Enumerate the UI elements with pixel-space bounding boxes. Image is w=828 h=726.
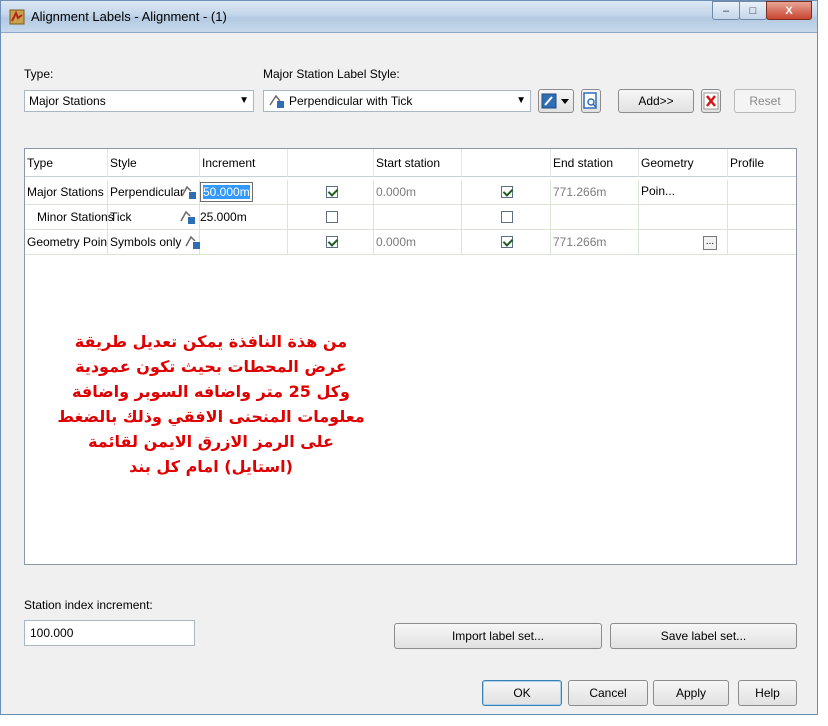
ellipsis-button[interactable]: ... (703, 235, 717, 250)
checkbox[interactable] (325, 235, 338, 248)
type-dropdown-value: Major Stations (29, 94, 106, 108)
end-station-checkbox[interactable] (462, 205, 551, 230)
arabic-annotation: من هذة النافذة يمكن تعديل طريقة عرض المح… (41, 329, 381, 479)
row-profile (728, 180, 798, 205)
header-start-station[interactable]: Start station (374, 149, 462, 177)
header-profile[interactable]: Profile (728, 149, 798, 177)
row-start-station: 0.000m (374, 180, 462, 205)
header-end-check[interactable] (462, 149, 551, 177)
row-end-station: 771.266m (551, 230, 639, 255)
table-row[interactable]: Geometry Points Symbols only 0.000m 771.… (25, 230, 796, 255)
chevron-down-icon: ▼ (239, 95, 249, 106)
start-station-checkbox[interactable] (288, 180, 374, 205)
help-button[interactable]: Help (738, 680, 797, 706)
chevron-down-icon: ▼ (516, 95, 526, 106)
label-style-dropdown[interactable]: Perpendicular with Tick ▼ (263, 90, 531, 112)
row-geometry (639, 180, 728, 205)
delete-button[interactable] (701, 89, 721, 113)
header-geometry-points[interactable]: Geometry Poin... (639, 149, 728, 198)
alignment-labels-dialog: Alignment Labels - Alignment - (1) – □ X… (0, 0, 818, 715)
minimize-button[interactable]: – (712, 1, 740, 20)
row-type: Geometry Points (25, 230, 108, 255)
row-style-text: Symbols only (110, 235, 182, 249)
checkbox[interactable] (325, 185, 338, 198)
station-index-label: Station index increment: (24, 598, 153, 612)
header-type[interactable]: Type (25, 149, 108, 177)
checkbox[interactable] (501, 235, 513, 248)
style-picker-icon[interactable] (185, 234, 201, 258)
row-start-station: 0.000m (374, 230, 462, 255)
row-type: Minor Stations (25, 205, 114, 230)
edit-style-button[interactable] (538, 89, 574, 113)
row-style-text: Tick (110, 210, 132, 224)
header-start-check[interactable] (288, 149, 374, 177)
row-style-text: Perpendicular (110, 185, 185, 199)
checkbox[interactable] (325, 210, 338, 223)
header-end-station[interactable]: End station (551, 149, 639, 177)
maximize-button[interactable]: □ (739, 1, 767, 20)
edit-style-icon (541, 93, 569, 109)
start-station-checkbox[interactable] (288, 230, 374, 255)
style-picker-icon[interactable] (181, 184, 197, 205)
header-style[interactable]: Style (108, 149, 200, 177)
end-station-checkbox[interactable] (462, 180, 551, 205)
station-index-input[interactable]: 100.000 (24, 620, 195, 646)
row-start-station (374, 205, 462, 230)
type-label: Type: (24, 67, 54, 81)
ok-button[interactable]: OK (482, 680, 562, 706)
row-increment[interactable]: 25.000m (180, 205, 288, 230)
import-label-set-button[interactable]: Import label set... (394, 623, 602, 649)
header-increment[interactable]: Increment (200, 149, 288, 177)
row-type: Major Stations (25, 180, 108, 205)
annotation-line: عرض المحطات بحيث تكون عمودية (75, 357, 347, 376)
window-title: Alignment Labels - Alignment - (1) (31, 9, 227, 24)
add-button[interactable]: Add>> (618, 89, 694, 113)
row-increment[interactable] (200, 230, 288, 255)
row-profile (728, 230, 798, 255)
style-icon (268, 93, 286, 109)
row-end-station: 771.266m (551, 180, 639, 205)
row-end-station (551, 205, 639, 230)
row-profile (728, 205, 798, 230)
cancel-button[interactable]: Cancel (568, 680, 648, 706)
annotation-line: (استايل) امام كل بند (129, 457, 293, 476)
row-geometry: ... (639, 230, 728, 255)
table-row[interactable]: Major Stations Perpendicular 50.000m 0.0… (25, 180, 796, 205)
annotation-line: من هذة النافذة يمكن تعديل طريقة (74, 332, 348, 351)
style-dropdown-value: Perpendicular with Tick (289, 94, 413, 108)
type-dropdown[interactable]: Major Stations ▼ (24, 90, 254, 112)
preview-icon (583, 92, 597, 109)
save-label-set-button[interactable]: Save label set... (610, 623, 797, 649)
start-station-checkbox[interactable] (288, 205, 374, 230)
reset-button[interactable]: Reset (734, 89, 796, 113)
preview-style-button[interactable] (581, 89, 601, 113)
table-row[interactable]: Minor Stations Tick 25.000m (25, 205, 796, 230)
row-geometry (639, 205, 728, 230)
row-style[interactable]: Symbols only (108, 230, 200, 255)
annotation-line: معلومات المنحنى الافقي وذلك بالضغط (57, 407, 365, 426)
increment-input[interactable]: 50.000m (200, 182, 253, 202)
row-increment[interactable]: 50.000m (200, 180, 288, 205)
civil3d-app-icon (9, 9, 25, 25)
apply-button[interactable]: Apply (653, 680, 729, 706)
checkbox[interactable] (501, 185, 513, 198)
title-bar: Alignment Labels - Alignment - (1) – □ X (1, 1, 817, 33)
close-window-button[interactable]: X (766, 1, 812, 20)
style-label: Major Station Label Style: (263, 67, 400, 81)
annotation-line: وكل 25 متر واضافه السوبر واضافة (72, 382, 350, 401)
row-style[interactable]: Perpendicular (108, 180, 200, 205)
annotation-line: على الرمز الازرق الايمن لقائمة (88, 432, 334, 451)
grid-header: Type Style Increment Start station End s… (25, 149, 798, 198)
red-x-delete-icon (703, 92, 719, 110)
end-station-checkbox[interactable] (462, 230, 551, 255)
checkbox[interactable] (501, 210, 513, 223)
